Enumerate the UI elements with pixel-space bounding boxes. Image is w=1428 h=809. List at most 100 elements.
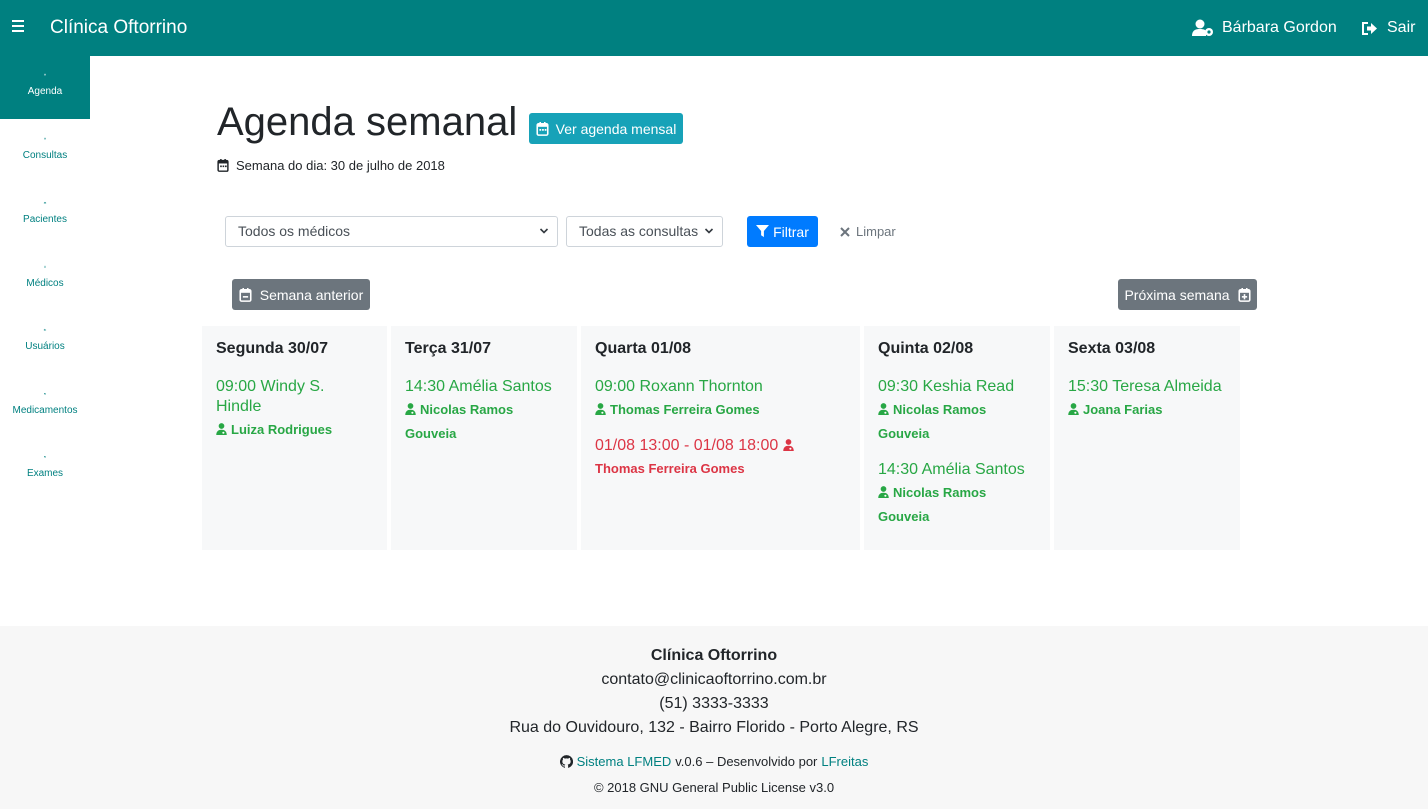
appointment-doctor: Luiza Rodrigues bbox=[216, 418, 373, 442]
user-md-icon bbox=[44, 265, 46, 268]
sidebar-item-consultas[interactable]: Consultas bbox=[0, 120, 90, 183]
day-column-wednesday: Quarta 01/08 09:00 Roxann Thornton Thoma… bbox=[581, 326, 860, 550]
footer-phone: (51) 3333-3333 bbox=[659, 695, 769, 712]
sidebar-item-label: Agenda bbox=[27, 86, 63, 97]
user-md-icon bbox=[878, 486, 889, 498]
menu-toggle-icon[interactable] bbox=[12, 20, 26, 36]
next-week-button[interactable]: Próxima semana bbox=[1118, 279, 1257, 310]
sidebar-item-label: Usuários bbox=[25, 341, 65, 352]
footer-credit: Sistema LFMED v.0.6 – Desenvolvido por L… bbox=[0, 754, 1428, 769]
sidebar-item-label: Exames bbox=[26, 468, 64, 479]
chevron-down-icon bbox=[539, 228, 549, 234]
sidebar-item-label: Consultas bbox=[22, 150, 68, 161]
calendar-icon bbox=[217, 159, 229, 172]
calendar-icon bbox=[536, 121, 549, 136]
top-navbar: Clínica Oftorrino Bárbara Gordon Sair bbox=[0, 0, 1428, 56]
day-column-monday: Segunda 30/07 09:00 Windy S. Hindle Luiz… bbox=[202, 326, 387, 550]
filter-button[interactable]: Filtrar bbox=[747, 216, 818, 247]
doctor-select[interactable]: Todos os médicos bbox=[225, 216, 558, 247]
users-cog-icon bbox=[43, 328, 47, 331]
appointment-time-patient[interactable]: 14:30 Amélia Santos bbox=[878, 460, 1036, 480]
sidebar-item-medicamentos[interactable]: Medicamentos bbox=[0, 375, 90, 438]
calendar-minus-icon bbox=[239, 287, 252, 302]
brand-title[interactable]: Clínica Oftorrino bbox=[50, 17, 187, 39]
logout-link[interactable]: Sair bbox=[1361, 19, 1415, 37]
filter-icon bbox=[756, 225, 770, 238]
appointment-item[interactable]: 09:00 Windy S. Hindle Luiza Rodrigues bbox=[216, 377, 373, 442]
sidebar-item-label: Medicamentos bbox=[12, 405, 78, 416]
absence-item[interactable]: 01/08 13:00 - 01/08 18:00 Thomas Ferreir… bbox=[595, 436, 846, 481]
clear-label: Limpar bbox=[856, 224, 896, 239]
footer-license: © 2018 GNU General Public License v3.0 bbox=[593, 780, 835, 795]
week-of-label: Semana do dia: 30 de julho de 2018 bbox=[236, 158, 445, 173]
sign-out-icon bbox=[1362, 21, 1377, 35]
user-cog-icon bbox=[1192, 19, 1213, 36]
page-title: Agenda semanal bbox=[217, 100, 518, 144]
appointment-time-patient[interactable]: 15:30 Teresa Almeida bbox=[1068, 377, 1226, 397]
absence-doctor: Thomas Ferreira Gomes bbox=[595, 461, 745, 476]
user-md-icon bbox=[405, 403, 416, 415]
appointment-time-patient[interactable]: 09:00 Windy S. Hindle bbox=[216, 377, 373, 417]
sidebar-item-pacientes[interactable]: Pacientes bbox=[0, 184, 90, 247]
user-md-icon bbox=[216, 423, 227, 435]
appointment-select[interactable]: Todas as consultas bbox=[566, 216, 723, 247]
sidebar-item-medicos[interactable]: Médicos bbox=[0, 248, 90, 311]
github-icon bbox=[559, 755, 573, 768]
sidebar-item-exames[interactable]: Exames bbox=[0, 438, 90, 501]
user-md-icon bbox=[1068, 403, 1079, 415]
calendar-plus-icon bbox=[1237, 287, 1251, 302]
appointment-item[interactable]: 15:30 Teresa Almeida Joana Farias bbox=[1068, 377, 1226, 422]
user-md-icon bbox=[782, 439, 794, 451]
calendar-icon bbox=[44, 73, 46, 76]
appointment-doctor: Thomas Ferreira Gomes bbox=[595, 398, 846, 422]
footer-email: contato@clinicaoftorrino.com.br bbox=[601, 671, 827, 688]
sidebar: Agenda Consultas Pacientes Médicos Usuár… bbox=[0, 56, 90, 626]
next-week-label: Próxima semana bbox=[1124, 286, 1230, 303]
absence-period[interactable]: 01/08 13:00 - 01/08 18:00 bbox=[595, 436, 846, 456]
day-title: Quinta 02/08 bbox=[878, 340, 974, 357]
appointment-item[interactable]: 09:00 Roxann Thornton Thomas Ferreira Go… bbox=[595, 377, 846, 422]
week-of-info: Semana do dia: 30 de julho de 2018 bbox=[217, 158, 445, 173]
monthly-agenda-button[interactable]: Ver agenda mensal bbox=[529, 113, 683, 144]
day-column-tuesday: Terça 31/07 14:30 Amélia Santos Nicolas … bbox=[391, 326, 577, 550]
doctor-select-value: Todos os médicos bbox=[238, 223, 351, 239]
calendar-check-icon bbox=[44, 137, 46, 140]
sidebar-item-usuarios[interactable]: Usuários bbox=[0, 311, 90, 374]
sidebar-item-label: Médicos bbox=[26, 278, 64, 289]
appointment-time-patient[interactable]: 09:00 Roxann Thornton bbox=[595, 377, 846, 397]
appointment-doctor: Joana Farias bbox=[1068, 398, 1226, 422]
appointment-time-patient[interactable]: 09:30 Keshia Read bbox=[878, 377, 1036, 397]
appointment-doctor: Nicolas Ramos Gouveia bbox=[405, 402, 514, 441]
footer-address: Rua do Ouvidouro, 132 - Bairro Florido -… bbox=[509, 719, 919, 736]
appointment-item[interactable]: 09:30 Keshia Read Nicolas Ramos Gouveia bbox=[878, 377, 1036, 446]
day-title: Terça 31/07 bbox=[405, 340, 491, 357]
day-title: Segunda 30/07 bbox=[216, 340, 329, 357]
sidebar-item-label: Pacientes bbox=[23, 214, 67, 225]
pills-icon bbox=[44, 393, 46, 395]
clear-filters-link[interactable]: Limpar bbox=[840, 224, 896, 239]
credit-text: v.0.6 – Desenvolvido por bbox=[675, 754, 818, 769]
day-column-thursday: Quinta 02/08 09:30 Keshia Read Nicolas R… bbox=[864, 326, 1050, 550]
appointment-time-patient[interactable]: 14:30 Amélia Santos bbox=[405, 377, 563, 397]
footer-clinic-name: Clínica Oftorrino bbox=[650, 647, 778, 664]
appointment-item[interactable]: 14:30 Amélia Santos Nicolas Ramos Gouvei… bbox=[405, 377, 563, 446]
close-icon bbox=[840, 226, 850, 237]
author-link[interactable]: LFreitas bbox=[821, 754, 868, 769]
filter-label: Filtrar bbox=[773, 223, 809, 240]
sidebar-item-agenda[interactable]: Agenda bbox=[0, 56, 90, 119]
previous-week-button[interactable]: Semana anterior bbox=[232, 279, 370, 310]
system-link[interactable]: Sistema LFMED bbox=[577, 754, 672, 769]
appointment-select-value: Todas as consultas bbox=[579, 223, 699, 239]
day-title: Sexta 03/08 bbox=[1068, 340, 1156, 357]
user-md-icon bbox=[878, 403, 889, 415]
capsules-icon bbox=[44, 456, 46, 458]
previous-week-label: Semana anterior bbox=[259, 286, 364, 303]
appointment-doctor: Nicolas Ramos Gouveia bbox=[878, 402, 987, 441]
users-icon bbox=[43, 201, 47, 204]
chevron-down-icon bbox=[704, 228, 714, 234]
appointment-doctor: Nicolas Ramos Gouveia bbox=[878, 485, 987, 524]
day-title: Quarta 01/08 bbox=[595, 340, 692, 357]
user-name: Bárbara Gordon bbox=[1222, 19, 1337, 36]
appointment-item[interactable]: 14:30 Amélia Santos Nicolas Ramos Gouvei… bbox=[878, 460, 1036, 529]
user-menu[interactable]: Bárbara Gordon bbox=[1192, 19, 1337, 37]
